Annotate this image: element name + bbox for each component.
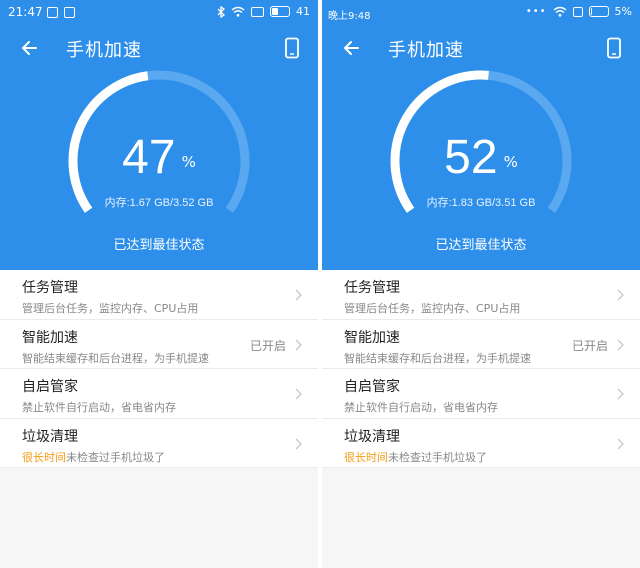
item-subtitle: 智能结束缓存和后台进程，为手机提速 bbox=[22, 351, 209, 365]
item-title: 智能加速 bbox=[344, 329, 400, 346]
item-title: 自启管家 bbox=[344, 379, 400, 395]
chevron-right-icon bbox=[617, 388, 624, 400]
item-subtitle: 禁止软件自行启动，省电省内存 bbox=[344, 401, 498, 414]
item-value: 已开启 bbox=[249, 338, 286, 353]
memory-percent: 52% bbox=[378, 130, 584, 185]
status-time: 晚上9:48 bbox=[328, 11, 371, 22]
phone-icon[interactable] bbox=[284, 37, 300, 59]
toolbar: 手机加速 bbox=[0, 28, 318, 68]
percent-unit: % bbox=[181, 153, 196, 171]
item-title: 垃圾清理 bbox=[22, 428, 78, 445]
battery-level: 5% bbox=[614, 5, 632, 18]
status-text: 已达到最佳状态 bbox=[435, 238, 527, 253]
list-item-autostart[interactable]: 自启管家 禁止软件自行启动，省电省内存 bbox=[322, 369, 640, 419]
memory-gauge: 47% 内存:1.67 GB/3.52 GB bbox=[56, 68, 262, 228]
item-title: 垃圾清理 bbox=[344, 428, 400, 445]
chevron-right-icon bbox=[295, 289, 302, 301]
item-subtitle: 禁止软件自行启动，省电省内存 bbox=[22, 401, 176, 414]
chevron-right-icon bbox=[617, 339, 624, 350]
toolbar: 手机加速 bbox=[322, 28, 640, 68]
feature-list: 任务管理 管理后台任务，监控内存、CPU占用 智能加速 智能结束缓存和后台进程，… bbox=[0, 270, 318, 468]
item-subtitle: 智能结束缓存和后台进程，为手机提速 bbox=[344, 351, 531, 365]
memory-percent: 47% bbox=[56, 130, 262, 185]
list-item-autostart[interactable]: 自启管家 禁止软件自行启动，省电省内存 bbox=[0, 369, 318, 419]
item-subtitle: 很长时间未检查过手机垃圾了 bbox=[344, 449, 487, 465]
wifi-icon bbox=[553, 6, 566, 17]
item-subtitle-highlight: 很长时间 bbox=[22, 450, 66, 464]
status-time: 21:47 bbox=[8, 5, 43, 19]
battery-icon bbox=[588, 6, 609, 17]
list-item-task-manager[interactable]: 任务管理 管理后台任务，监控内存、CPU占用 bbox=[0, 270, 318, 320]
chevron-right-icon bbox=[617, 289, 624, 301]
item-subtitle-highlight: 很长时间 bbox=[344, 450, 388, 464]
phone-icon[interactable] bbox=[606, 37, 622, 59]
no-sim-icon bbox=[572, 6, 583, 17]
back-arrow-icon[interactable] bbox=[340, 37, 362, 59]
item-subtitle: 管理后台任务，监控内存、CPU占用 bbox=[22, 302, 199, 315]
status-text: 已达到最佳状态 bbox=[113, 238, 205, 253]
hero-panel: 晚上9:48 ••• 5% 手机加速 52 % 内存:1.83 GB/3.51 … bbox=[322, 0, 640, 270]
list-item-junk-clean[interactable]: 垃圾清理 很长时间未检查过手机垃圾了 bbox=[0, 419, 318, 468]
list-item-smart-boost[interactable]: 智能加速 智能结束缓存和后台进程，为手机提速 已开启 bbox=[0, 320, 318, 369]
list-item-smart-boost[interactable]: 智能加速 智能结束缓存和后台进程，为手机提速 已开启 bbox=[322, 320, 640, 369]
chevron-right-icon bbox=[617, 438, 624, 449]
back-arrow-icon[interactable] bbox=[18, 37, 40, 59]
memory-usage: 内存:1.83 GB/3.51 GB bbox=[426, 197, 536, 209]
page-title: 手机加速 bbox=[388, 40, 464, 61]
item-title: 任务管理 bbox=[22, 280, 78, 296]
empty-area bbox=[322, 468, 640, 568]
list-item-junk-clean[interactable]: 垃圾清理 很长时间未检查过手机垃圾了 bbox=[322, 419, 640, 468]
empty-area bbox=[0, 468, 318, 568]
percent-value: 47 bbox=[122, 131, 176, 184]
page-title: 手机加速 bbox=[66, 40, 142, 61]
status-bar: 晚上9:48 ••• 5% bbox=[322, 0, 640, 26]
item-title: 自启管家 bbox=[22, 379, 78, 395]
wifi-icon bbox=[231, 6, 245, 17]
hero-panel: 21:47 41 手机加速 47 % 内存:1.67 GB/3.52 GB 已达… bbox=[0, 0, 318, 270]
cast-icon bbox=[251, 6, 264, 17]
percent-unit: % bbox=[503, 153, 518, 171]
memory-gauge: 52% 内存:1.83 GB/3.51 GB bbox=[378, 68, 584, 228]
status-right: 41 bbox=[217, 5, 310, 18]
percent-value: 52 bbox=[444, 131, 498, 184]
bluetooth-icon bbox=[217, 5, 225, 18]
notification-icons bbox=[47, 7, 75, 18]
screen-left: 21:47 41 手机加速 47 % 内存:1.67 GB/3.52 GB 已达… bbox=[0, 0, 318, 568]
chevron-right-icon bbox=[295, 339, 302, 350]
item-subtitle-rest: 未检查过手机垃圾了 bbox=[388, 450, 487, 464]
memory-usage: 内存:1.67 GB/3.52 GB bbox=[104, 197, 214, 209]
item-title: 任务管理 bbox=[344, 280, 400, 296]
screen-right: 晚上9:48 ••• 5% 手机加速 52 % 内存:1.83 GB/3.51 … bbox=[322, 0, 640, 568]
item-value: 已开启 bbox=[571, 338, 608, 353]
more-dots-icon: ••• bbox=[525, 6, 547, 17]
list-item-task-manager[interactable]: 任务管理 管理后台任务，监控内存、CPU占用 bbox=[322, 270, 640, 320]
item-title: 智能加速 bbox=[22, 329, 78, 346]
notification-icon bbox=[47, 7, 58, 18]
item-subtitle: 管理后台任务，监控内存、CPU占用 bbox=[344, 302, 521, 315]
image-icon bbox=[64, 7, 75, 18]
status-right: ••• 5% bbox=[526, 5, 632, 18]
item-subtitle: 很长时间未检查过手机垃圾了 bbox=[22, 449, 165, 465]
chevron-right-icon bbox=[295, 438, 302, 449]
battery-level: 41 bbox=[296, 5, 310, 18]
comparison-screens: 21:47 41 手机加速 47 % 内存:1.67 GB/3.52 GB 已达… bbox=[0, 0, 640, 568]
item-subtitle-rest: 未检查过手机垃圾了 bbox=[66, 450, 165, 464]
feature-list: 任务管理 管理后台任务，监控内存、CPU占用 智能加速 智能结束缓存和后台进程，… bbox=[322, 270, 640, 468]
status-bar: 21:47 41 bbox=[0, 0, 318, 26]
chevron-right-icon bbox=[295, 388, 302, 400]
battery-icon bbox=[270, 6, 290, 17]
